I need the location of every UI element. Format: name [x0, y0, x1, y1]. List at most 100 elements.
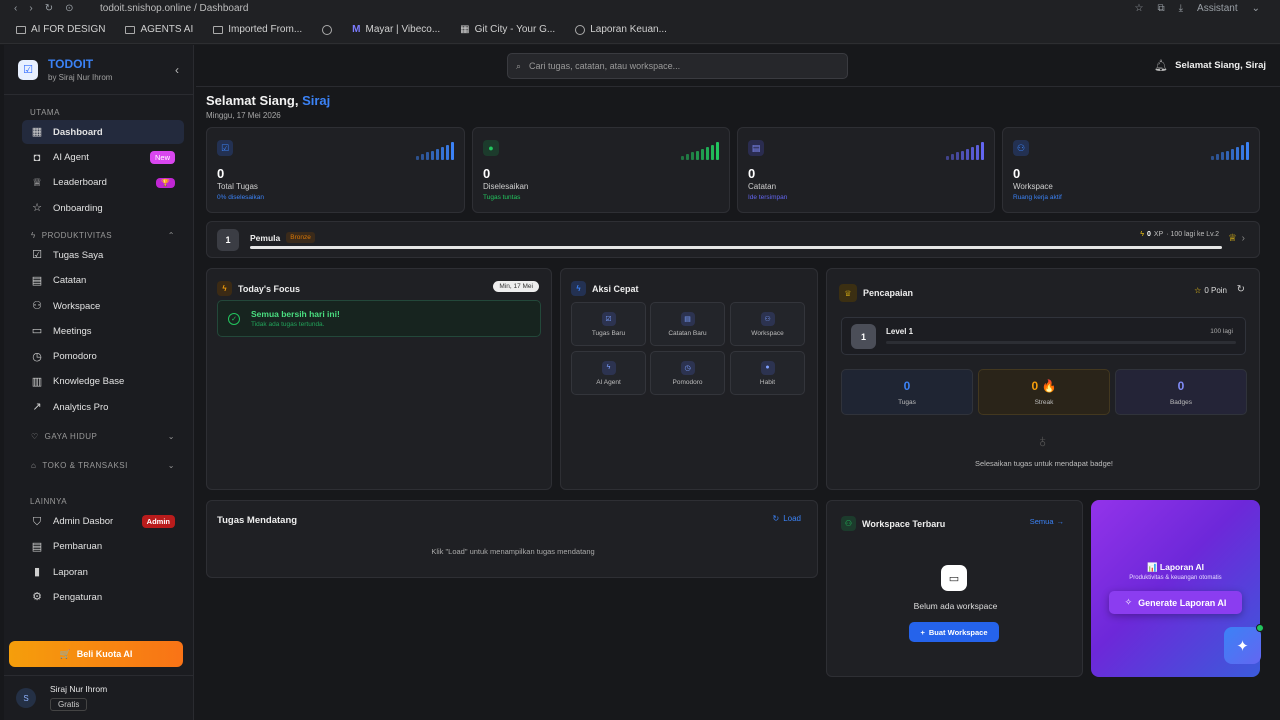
sparkline	[681, 142, 719, 160]
bookmark-folder[interactable]: AGENTS AI	[125, 24, 193, 35]
bookmark-link[interactable]: ▦ Git City - Your G...	[460, 24, 555, 35]
sparkle-icon: ✧	[1124, 597, 1133, 607]
bookmark-link[interactable]: Laporan Keuan...	[575, 24, 667, 35]
stat-value: 0	[1013, 166, 1021, 181]
bookmark-link[interactable]: M Mayar | Vibeco...	[352, 24, 440, 35]
url-text[interactable]: todoit.snishop.online / Dashboard	[100, 3, 248, 14]
create-workspace-button[interactable]: + Buat Workspace	[909, 622, 999, 642]
sparkline	[946, 142, 984, 160]
sidebar-item-pomodoro[interactable]: ◷ Pomodoro	[22, 345, 184, 369]
star-icon[interactable]: ☆	[1135, 3, 1144, 14]
quick-action-ai-agent[interactable]: ϟ AI Agent	[571, 351, 646, 395]
sidebar-item-pembaruan[interactable]: ▤ Pembaruan	[22, 535, 184, 559]
globe-icon	[575, 24, 586, 35]
refresh-icon[interactable]: ↻	[1237, 284, 1245, 295]
search-input[interactable]: ⌕ Cari tugas, catatan, atau workspace...	[507, 53, 848, 79]
section-produktivitas[interactable]: ϟ PRODUKTIVITAS ⌃	[4, 228, 193, 242]
star-icon: ☆	[1194, 286, 1202, 295]
bolt-icon: ϟ	[217, 281, 232, 296]
stat-card-diselesaikan[interactable]: ● 0 Diselesaikan Tugas tuntas	[472, 127, 730, 213]
stat-label: Total Tugas	[217, 182, 258, 191]
app: ☑ TODOIT by Siraj Nur Ihrom ‹ UTAMA ▦ Das…	[0, 45, 1280, 720]
sidebar: ☑ TODOIT by Siraj Nur Ihrom ‹ UTAMA ▦ Das…	[4, 45, 194, 720]
download-icon[interactable]: ⤓	[1179, 3, 1183, 14]
assistant-button[interactable]: Assistant	[1197, 3, 1238, 14]
browser-nav[interactable]: ‹ › ↻ ⊙	[14, 3, 94, 14]
note-icon: ▤	[680, 311, 695, 326]
stat-label: Diselesaikan	[483, 182, 529, 191]
level-chip: 1	[217, 229, 239, 251]
section-gaya-hidup[interactable]: ♡ GAYA HIDUP ⌄	[4, 429, 193, 443]
checkbox-icon: ☑	[32, 249, 42, 262]
bookmark-folder[interactable]: AI FOR DESIGN	[16, 24, 105, 35]
check-circle-icon: ✓	[228, 313, 240, 325]
level-progress-card[interactable]: 1 Pemula Bronze ϟ 0 XP · 100 lagi ke Lv.…	[206, 221, 1260, 258]
user-profile[interactable]: S Siraj Nur Ihrom Gratis	[4, 675, 194, 720]
sparkline	[416, 142, 454, 160]
card-title: Workspace Terbaru	[862, 518, 946, 529]
see-all-link[interactable]: Semua →	[1030, 517, 1064, 526]
stat-label: Catatan	[748, 182, 777, 191]
quick-action-pomodoro[interactable]: ◷ Pomodoro	[650, 351, 725, 395]
stat-card-total-tugas[interactable]: ☑ 0 Total Tugas 0% diselesaikan	[206, 127, 465, 213]
sidebar-item-leaderboard[interactable]: ♕ Leaderboard 🏆	[22, 171, 184, 195]
site-info-icon[interactable]: ⊙	[65, 3, 73, 14]
collapse-sidebar-icon[interactable]: ‹	[175, 63, 179, 77]
load-button[interactable]: ↻ Load	[773, 514, 802, 523]
sidebar-item-laporan[interactable]: ▮ Laporan	[22, 560, 184, 584]
user-name: Siraj Nur Ihrom	[50, 684, 108, 694]
stat-value: 0	[748, 166, 756, 181]
refresh-icon: ↻	[772, 514, 780, 523]
achievements-card: ♕ Pencapaian ☆ 0 Poin ↻ 1 Level 1 100 lagi…	[826, 268, 1260, 490]
section-toko-transaksi[interactable]: ⌂ TOKO & TRANSAKSI ⌄	[4, 458, 193, 472]
menu-icon[interactable]: ⌄	[1252, 3, 1260, 14]
generate-report-button[interactable]: ✧ Generate Laporan AI	[1109, 591, 1242, 614]
sidebar-item-meetings[interactable]: ▭ Meetings	[22, 319, 184, 343]
page-title: Selamat Siang, Siraj	[206, 93, 331, 108]
sidebar-item-dashboard[interactable]: ▦ Dashboard	[22, 120, 184, 145]
sidebar-item-tugas-saya[interactable]: ☑ Tugas Saya	[22, 243, 184, 267]
quick-action-catatan-baru[interactable]: ▤ Catatan Baru	[650, 302, 725, 346]
sidebar-item-ai-agent[interactable]: ◘ AI Agent New	[22, 146, 184, 170]
trophy-icon[interactable]: ♕	[1228, 233, 1237, 244]
sidebar-item-workspace[interactable]: ⚇ Workspace	[22, 294, 184, 318]
card-title: Today's Focus	[238, 283, 300, 294]
circle-icon: ●	[760, 360, 775, 375]
stat-card-catatan[interactable]: ▤ 0 Catatan Ide tersimpan	[737, 127, 995, 213]
empty-sub: Tidak ada tugas tertunda.	[251, 321, 325, 328]
level-box: 1 Level 1 100 lagi	[841, 317, 1246, 355]
topbar: ⌕ Cari tugas, catatan, atau workspace... …	[196, 45, 1280, 87]
checkbox-icon: ☑	[217, 140, 233, 156]
forward-icon[interactable]: ›	[29, 3, 32, 14]
quick-action-tugas-baru[interactable]: ☑ Tugas Baru	[571, 302, 646, 346]
reload-icon[interactable]: ↻	[45, 3, 53, 14]
quick-action-habit[interactable]: ● Habit	[730, 351, 805, 395]
stat-sub: 0% diselesaikan	[217, 194, 264, 201]
quick-action-workspace[interactable]: ⚇ Workspace	[730, 302, 805, 346]
bell-icon[interactable]: 🔔︎	[1154, 59, 1168, 72]
extensions-icon[interactable]: ⧉	[1157, 3, 1164, 14]
main-content: Selamat Siang, Siraj Minggu, 17 Mei 2026…	[206, 93, 1260, 677]
level-remaining: 100 lagi	[1210, 328, 1233, 335]
bookmarks-bar: AI FOR DESIGN AGENTS AI Imported From...…	[0, 16, 1280, 44]
sidebar-item-analytics-pro[interactable]: ↗ Analytics Pro	[22, 395, 184, 419]
back-icon[interactable]: ‹	[14, 3, 17, 14]
users-icon: ⚇	[760, 311, 775, 326]
sidebar-item-pengaturan[interactable]: ⚙ Pengaturan	[22, 585, 184, 609]
sidebar-item-admin-dasbor[interactable]: ⛉ Admin Dasbor Admin	[22, 510, 184, 534]
buy-ai-quota-button[interactable]: 🛒 Beli Kuota AI	[9, 641, 183, 667]
xp-unit: XP	[1153, 231, 1164, 238]
stat-sub: Ruang kerja aktif	[1013, 194, 1062, 201]
sidebar-item-catatan[interactable]: ▤ Catatan	[22, 269, 184, 293]
points: 0 Poin	[1204, 286, 1227, 295]
tier-badge: Bronze	[286, 232, 315, 243]
chevron-right-icon[interactable]: ›	[1242, 233, 1245, 244]
bookmark-folder[interactable]: Imported From...	[213, 24, 302, 35]
stat-card-workspace[interactable]: ⚇ 0 Workspace Ruang kerja aktif	[1002, 127, 1260, 213]
bookmark-link[interactable]	[322, 24, 333, 35]
trophy-icon: ♕	[32, 176, 42, 189]
ai-assistant-fab[interactable]: ✦	[1224, 624, 1264, 664]
sidebar-item-knowledge-base[interactable]: ▥ Knowledge Base	[22, 370, 184, 394]
folder-icon	[16, 25, 26, 34]
sidebar-item-onboarding[interactable]: ☆ Onboarding	[22, 196, 184, 220]
